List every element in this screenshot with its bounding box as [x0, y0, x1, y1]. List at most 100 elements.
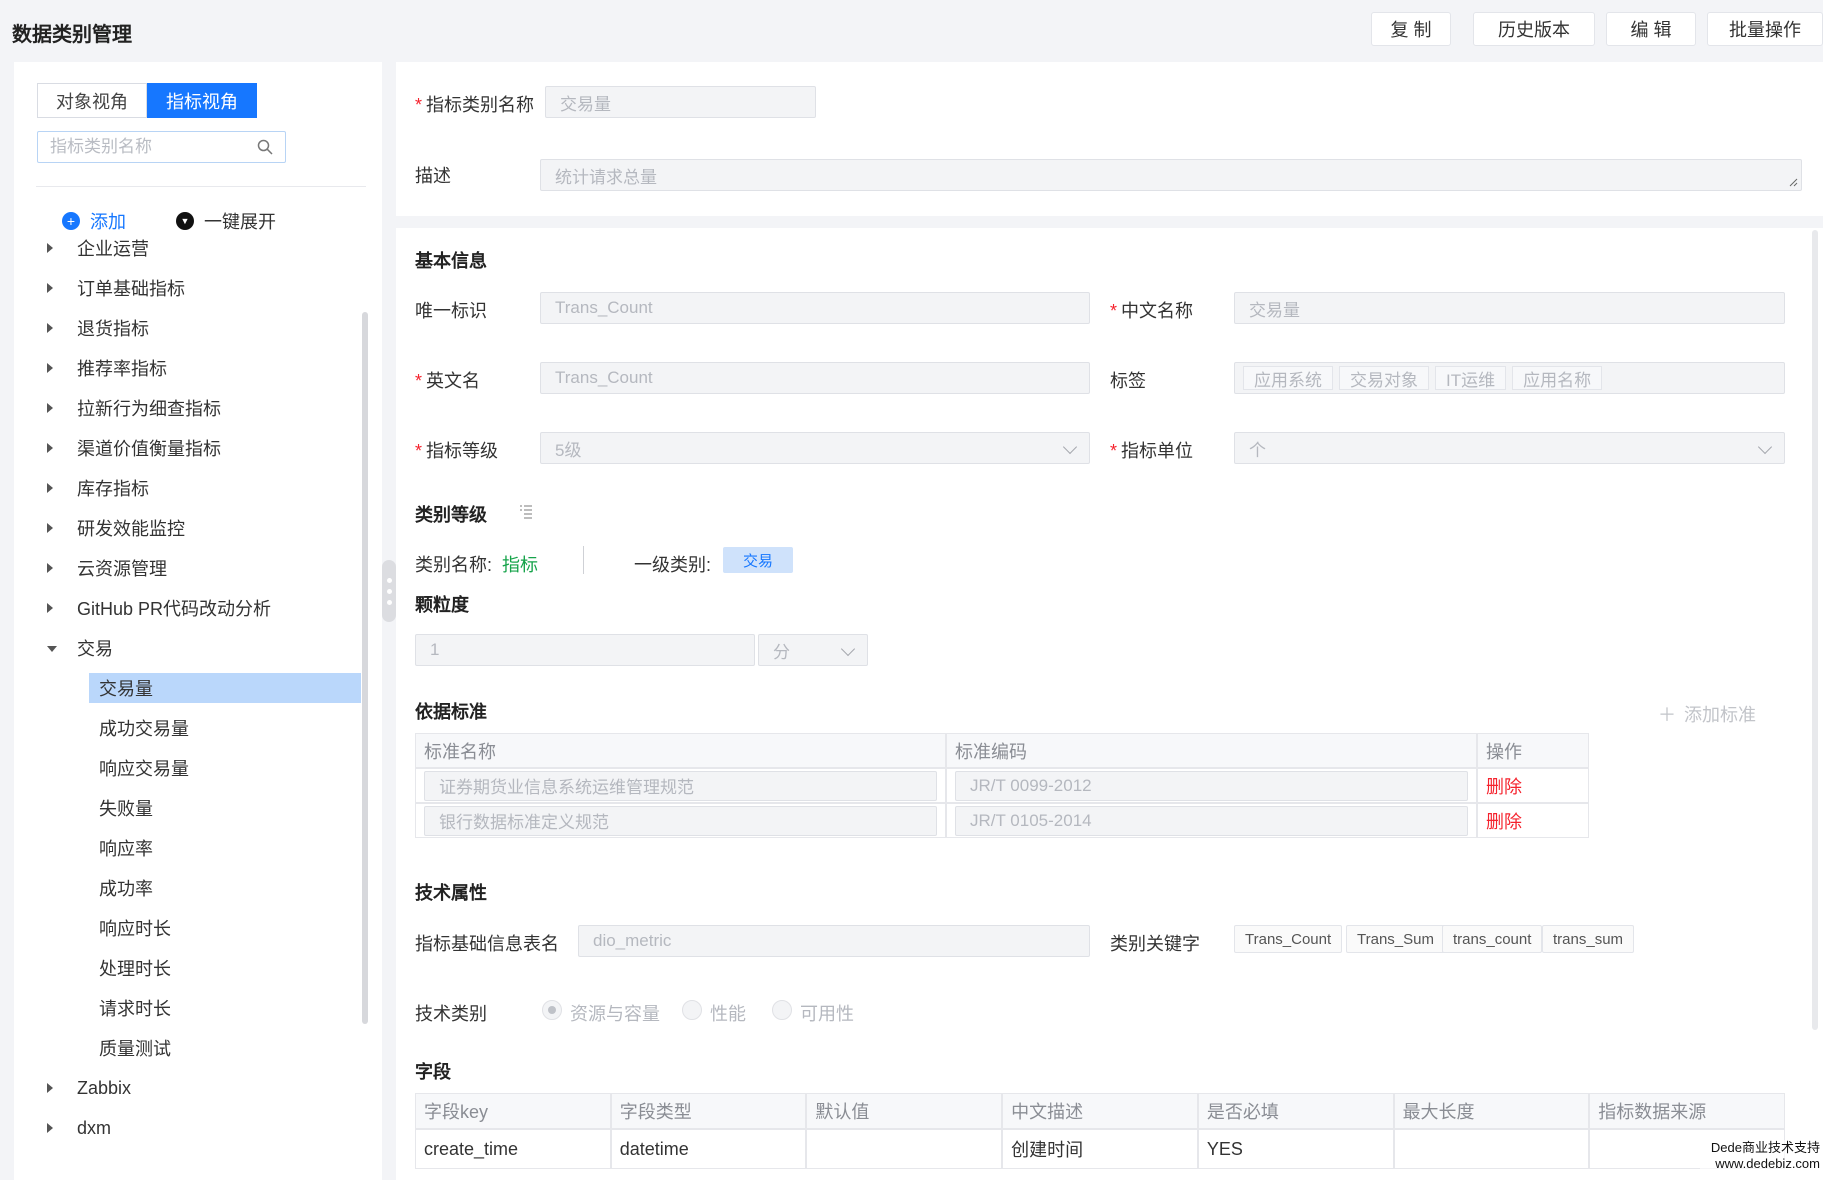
- content-scrollbar[interactable]: [1812, 230, 1818, 1030]
- radio-button[interactable]: [772, 1000, 792, 1020]
- tab-metric-view[interactable]: 指标视角: [147, 83, 257, 118]
- resize-grip-icon[interactable]: [1788, 177, 1798, 187]
- tree-child-node[interactable]: 质量测试: [89, 1033, 361, 1063]
- tree-node[interactable]: 退货指标: [14, 313, 364, 343]
- caret-right-icon[interactable]: [47, 563, 53, 573]
- tree-scrollbar[interactable]: [362, 312, 368, 1024]
- delete-link[interactable]: 删除: [1486, 773, 1522, 799]
- tag-item: 应用名称: [1512, 366, 1603, 390]
- caret-down-icon[interactable]: [47, 646, 57, 652]
- search-icon[interactable]: [257, 139, 273, 155]
- standard-code-field[interactable]: JR/T 0099-2012: [955, 770, 1468, 801]
- fields-row-cell: 创建时间: [1002, 1129, 1198, 1169]
- caret-right-icon[interactable]: [47, 1083, 53, 1093]
- caret-right-icon[interactable]: [47, 523, 53, 533]
- tree-node-label: 渠道价值衡量指标: [77, 439, 221, 459]
- tree-node[interactable]: dxm: [14, 1113, 364, 1143]
- basic-info-title: 基本信息: [415, 251, 487, 271]
- tree-node[interactable]: 企业运营: [14, 233, 364, 263]
- standard-name-field[interactable]: 证券期货业信息系统运维管理规范: [424, 770, 937, 801]
- granularity-value-field[interactable]: 1: [415, 634, 755, 666]
- level-select[interactable]: 5级: [540, 432, 1090, 464]
- tree-child-node[interactable]: 响应率: [89, 833, 361, 863]
- uid-field[interactable]: Trans_Count: [540, 292, 1090, 324]
- expand-all-button[interactable]: ▼ 一键展开: [176, 208, 276, 234]
- tree-node[interactable]: 云资源管理: [14, 553, 364, 583]
- tree-child-node[interactable]: 成功交易量: [89, 713, 361, 743]
- search-box: [37, 131, 286, 163]
- unit-label: * 指标单位: [1110, 441, 1194, 461]
- name-label: * 指标类别名称: [415, 95, 535, 115]
- tree-node[interactable]: GitHub PR代码改动分析: [14, 593, 364, 623]
- name-field[interactable]: 交易量: [545, 86, 816, 118]
- delete-link[interactable]: 删除: [1486, 808, 1522, 834]
- tab-object-view[interactable]: 对象视角: [37, 83, 147, 118]
- caret-right-icon[interactable]: [47, 1123, 53, 1133]
- sidebar: 对象视角 指标视角 + 添加 ▼ 一键展开 企业运营订单基础指标退货指标推荐率指…: [14, 62, 382, 1180]
- caret-right-icon[interactable]: [47, 323, 53, 333]
- search-input[interactable]: [50, 137, 240, 157]
- desc-field[interactable]: 统计请求总量: [540, 159, 1802, 191]
- fields-row-cell: [806, 1129, 1003, 1169]
- caret-right-icon[interactable]: [47, 243, 53, 253]
- standards-title: 依据标准: [415, 702, 487, 722]
- tree-node[interactable]: 拉新行为细查指标: [14, 393, 364, 423]
- tree-node[interactable]: 研发效能监控: [14, 513, 364, 543]
- tree-node[interactable]: Zabbix: [14, 1073, 364, 1103]
- keyword-tag: Trans_Count: [1234, 925, 1343, 953]
- tree-child-label: 响应率: [99, 839, 153, 859]
- standard-name-field[interactable]: 银行数据标准定义规范: [424, 805, 937, 836]
- caret-right-icon[interactable]: [47, 283, 53, 293]
- tree-node-label: 推荐率指标: [77, 359, 167, 379]
- tree-child-node[interactable]: 交易量: [89, 673, 361, 703]
- table-name-field[interactable]: dio_metric: [578, 925, 1090, 957]
- unit-select[interactable]: 个: [1234, 432, 1785, 464]
- tree-node[interactable]: 交易: [14, 633, 364, 663]
- granularity-unit-select[interactable]: 分: [758, 634, 868, 666]
- standard-code-field[interactable]: JR/T 0105-2014: [955, 805, 1468, 836]
- history-button[interactable]: 历史版本: [1473, 12, 1595, 46]
- tags-field[interactable]: 应用系统 交易对象 IT运维 应用名称: [1234, 362, 1785, 394]
- caret-right-icon[interactable]: [47, 443, 53, 453]
- tree-node-label: 拉新行为细查指标: [77, 399, 221, 419]
- standards-header-cell: 标准名称: [415, 733, 946, 768]
- divider: [36, 186, 366, 187]
- radio-button[interactable]: [542, 1000, 562, 1020]
- tree-node-label: 库存指标: [77, 479, 149, 499]
- panel-splitter[interactable]: [382, 560, 396, 622]
- desc-label: 描述: [415, 166, 451, 186]
- batch-button[interactable]: 批量操作: [1707, 12, 1823, 46]
- copy-button[interactable]: 复 制: [1371, 12, 1451, 46]
- cn-name-field[interactable]: 交易量: [1234, 292, 1785, 324]
- tree-child-node[interactable]: 响应交易量: [89, 753, 361, 783]
- tree-child-node[interactable]: 成功率: [89, 873, 361, 903]
- caret-right-icon[interactable]: [47, 483, 53, 493]
- tag-item: 应用系统: [1243, 366, 1333, 390]
- standards-row-cell: 银行数据标准定义规范: [415, 803, 946, 838]
- caret-right-icon[interactable]: [47, 603, 53, 613]
- radio-button[interactable]: [682, 1000, 702, 1020]
- detail-card: 基本信息 唯一标识 Trans_Count * 中文名称 交易量 * 英文名 Tra…: [396, 228, 1823, 1180]
- tree-child-node[interactable]: 响应时长: [89, 913, 361, 943]
- add-button[interactable]: + 添加: [62, 208, 126, 234]
- tree-child-node[interactable]: 请求时长: [89, 993, 361, 1023]
- level-label: * 指标等级: [415, 441, 499, 461]
- caret-right-icon[interactable]: [47, 363, 53, 373]
- list-icon[interactable]: [518, 503, 534, 519]
- add-standard-button[interactable]: ＋添加标准: [1658, 701, 1756, 727]
- fields-row-cell: YES: [1197, 1129, 1394, 1169]
- en-name-field[interactable]: Trans_Count: [540, 362, 1090, 394]
- tree-child-label: 处理时长: [99, 959, 171, 979]
- edit-button[interactable]: 编 辑: [1606, 12, 1696, 46]
- uid-label: 唯一标识: [415, 301, 487, 321]
- caret-right-icon[interactable]: [47, 403, 53, 413]
- tree-node-label: 交易: [77, 639, 113, 659]
- tree-node[interactable]: 渠道价值衡量指标: [14, 433, 364, 463]
- watermark: Dede商业技术支持 www.dedebiz.com: [1700, 1140, 1820, 1172]
- tree-node[interactable]: 推荐率指标: [14, 353, 364, 383]
- page-title: 数据类别管理: [12, 24, 132, 46]
- tree-child-node[interactable]: 失败量: [89, 793, 361, 823]
- tree-node[interactable]: 订单基础指标: [14, 273, 364, 303]
- tree-node[interactable]: 库存指标: [14, 473, 364, 503]
- tree-child-node[interactable]: 处理时长: [89, 953, 361, 983]
